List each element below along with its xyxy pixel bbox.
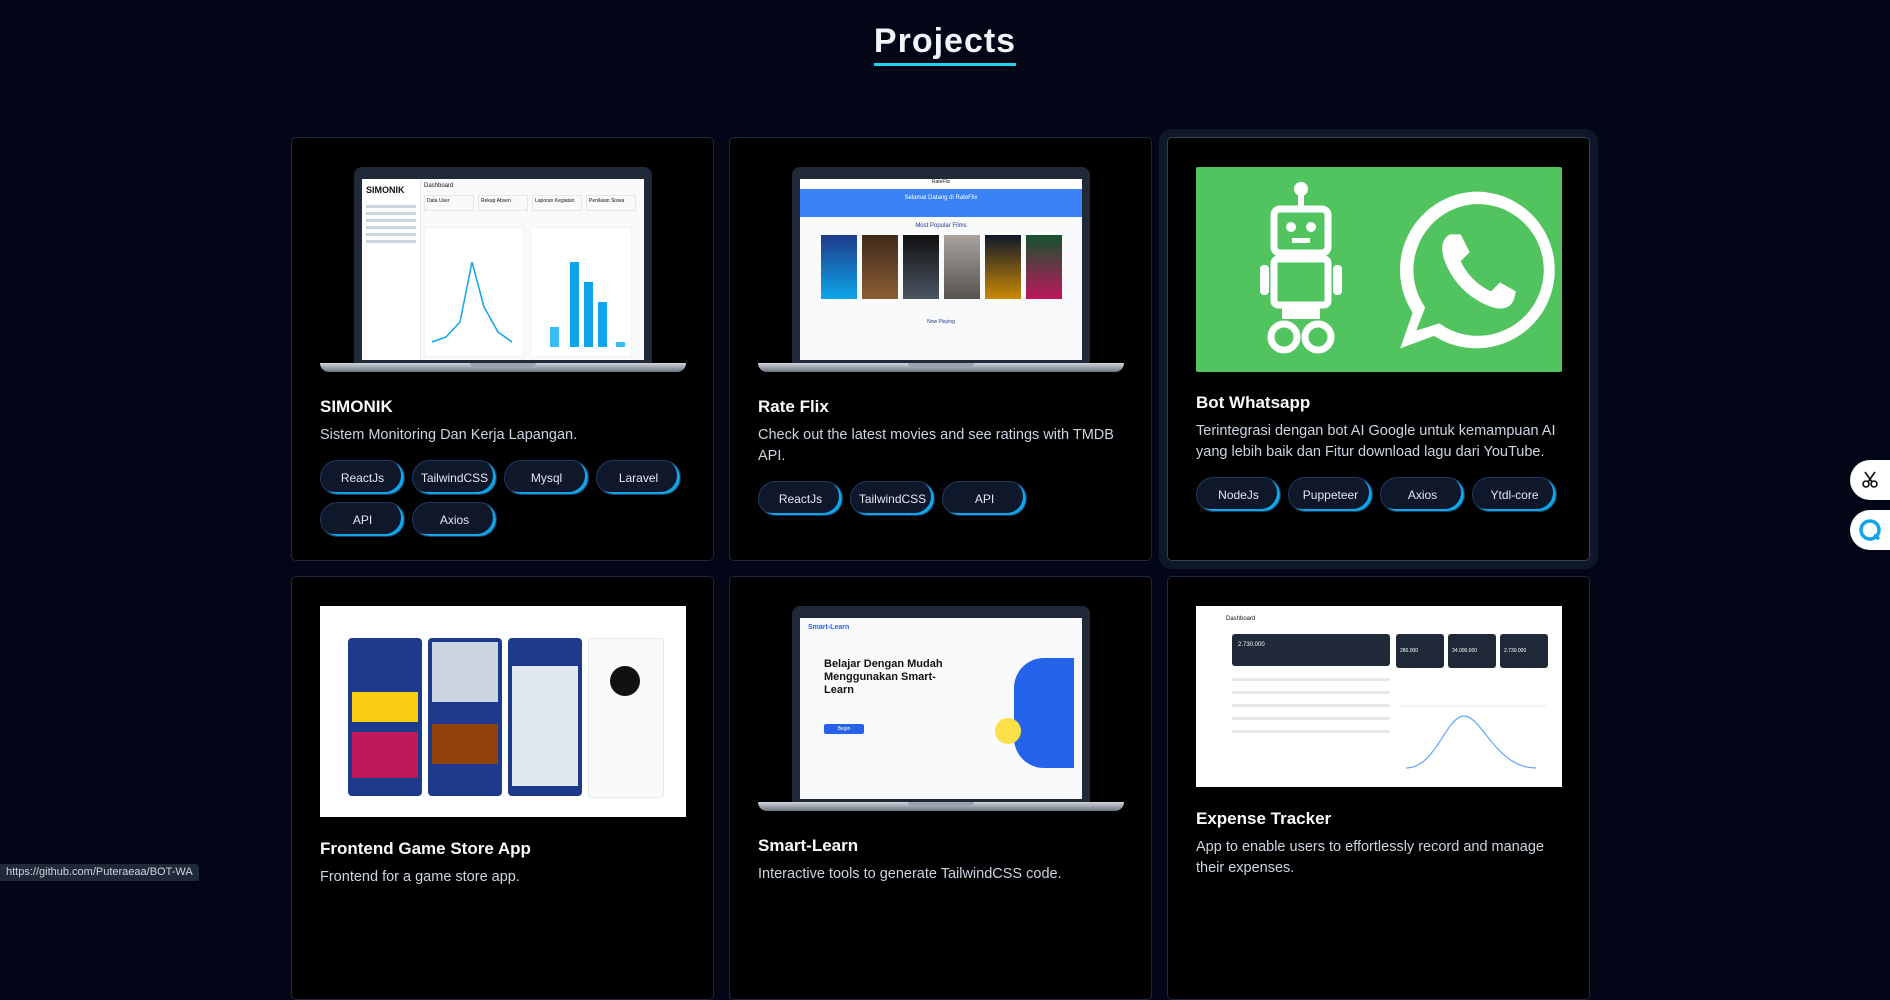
thumbnail-btn: Data User bbox=[424, 195, 474, 211]
project-title: Bot Whatsapp bbox=[1196, 393, 1311, 412]
tag-list: ReactJs TailwindCSS Mysql Laravel API Ax… bbox=[320, 460, 695, 537]
line-chart-graphic bbox=[424, 227, 524, 357]
tech-tag: ReactJs bbox=[320, 460, 405, 495]
status-url: https://github.com/Puteraeaa/BOT-WA bbox=[0, 864, 199, 881]
thumbnail-card: 34.000.000 bbox=[1448, 634, 1496, 668]
tech-tag: Ytdl-core bbox=[1472, 477, 1557, 512]
tech-tag: TailwindCSS bbox=[850, 481, 935, 516]
whatsapp-icon bbox=[1399, 191, 1555, 349]
project-thumbnail: SIMONIK Dashboard Data User Rekap Absen … bbox=[320, 167, 686, 375]
tag-list: ReactJs TailwindCSS API bbox=[758, 481, 1133, 516]
thumbnail-total: 2.730.000 bbox=[1238, 642, 1265, 648]
project-thumbnail: RateFlix Selamat Datang di RateFlix Most… bbox=[758, 167, 1124, 375]
thumbnail-heading: Dashboard bbox=[424, 183, 454, 189]
thumbnail-welcome: Selamat Datang di RateFlix bbox=[800, 189, 1082, 217]
thumbnail-footer: Now Playing bbox=[927, 319, 955, 325]
project-thumbnail: Dashboard 2.730.000 280.000 34.000.000 2… bbox=[1196, 606, 1562, 787]
thumbnail-btn: Laporan Kegiatan bbox=[532, 195, 582, 211]
section-header: Projects bbox=[0, 22, 1890, 66]
project-card-game-store[interactable]: Frontend Game Store App Frontend for a g… bbox=[291, 576, 714, 1000]
project-title: Rate Flix bbox=[758, 397, 829, 416]
project-card-bot-whatsapp[interactable]: Bot Whatsapp Terintegrasi dengan bot AI … bbox=[1167, 137, 1590, 561]
thumbnail-cta: Begin bbox=[824, 724, 864, 734]
project-thumbnail: Smart-Learn Belajar Dengan Mudah Menggun… bbox=[758, 606, 1124, 814]
tech-tag: Axios bbox=[1380, 477, 1465, 512]
project-card-expense-tracker[interactable]: Dashboard 2.730.000 280.000 34.000.000 2… bbox=[1167, 576, 1590, 1000]
tech-tag: NodeJs bbox=[1196, 477, 1281, 512]
project-title: Smart-Learn bbox=[758, 836, 859, 855]
project-title: Expense Tracker bbox=[1196, 809, 1332, 828]
tech-tag: Puppeteer bbox=[1288, 477, 1373, 512]
tech-tag: Mysql bbox=[504, 460, 589, 495]
thumbnail-headline: Belajar Dengan Mudah Menggunakan Smart-L… bbox=[824, 658, 943, 696]
chat-icon bbox=[1859, 519, 1881, 541]
expense-chart-graphic bbox=[1400, 705, 1546, 769]
projects-grid: SIMONIK Dashboard Data User Rekap Absen … bbox=[291, 137, 1590, 1000]
scissors-icon bbox=[1862, 471, 1878, 488]
tech-tag: ReactJs bbox=[758, 481, 843, 516]
thumbnail-header: RateFlix bbox=[800, 179, 1082, 189]
tech-tag: API bbox=[320, 502, 405, 537]
thumbnail-card: 2.730.000 bbox=[1500, 634, 1548, 668]
project-description: Interactive tools to generate TailwindCS… bbox=[758, 866, 1062, 882]
tech-tag: API bbox=[942, 481, 1027, 516]
project-description: Sistem Monitoring Dan Kerja Lapangan. bbox=[320, 427, 578, 443]
thumbnail-logo: Smart-Learn bbox=[808, 624, 850, 631]
thumbnail-heading: Dashboard bbox=[1226, 616, 1256, 622]
project-card-smart-learn[interactable]: Smart-Learn Belajar Dengan Mudah Menggun… bbox=[729, 576, 1152, 1000]
project-title: SIMONIK bbox=[320, 397, 393, 416]
project-card-simonik[interactable]: SIMONIK Dashboard Data User Rekap Absen … bbox=[291, 137, 714, 561]
project-description: Check out the latest movies and see rati… bbox=[758, 427, 1114, 464]
project-thumbnail bbox=[1196, 167, 1562, 375]
project-description: Terintegrasi dengan bot AI Google untuk … bbox=[1196, 423, 1556, 460]
project-description: Frontend for a game store app. bbox=[320, 869, 520, 885]
thumbnail-btn: Rekap Absen bbox=[478, 195, 528, 211]
thumbnail-brand: SIMONIK bbox=[366, 185, 405, 195]
tag-list: NodeJs Puppeteer Axios Ytdl-core bbox=[1196, 477, 1571, 512]
tech-tag: TailwindCSS bbox=[412, 460, 497, 495]
robot-icon bbox=[1260, 182, 1342, 354]
project-thumbnail bbox=[320, 606, 686, 817]
project-description: App to enable users to effortlessly reco… bbox=[1196, 839, 1544, 876]
chat-assistant-button[interactable] bbox=[1850, 510, 1890, 550]
project-card-rate-flix[interactable]: RateFlix Selamat Datang di RateFlix Most… bbox=[729, 137, 1152, 561]
scissors-button[interactable] bbox=[1850, 460, 1890, 500]
tech-tag: Axios bbox=[412, 502, 497, 537]
thumbnail-section: Most Popular Films bbox=[915, 223, 967, 229]
project-title: Frontend Game Store App bbox=[320, 839, 531, 858]
thumbnail-btn: Penilaian Siswa bbox=[586, 195, 636, 211]
thumbnail-card: 280.000 bbox=[1396, 634, 1444, 668]
page-title: Projects bbox=[873, 22, 1017, 66]
tech-tag: Laravel bbox=[596, 460, 681, 495]
bar-chart-graphic bbox=[530, 227, 632, 357]
